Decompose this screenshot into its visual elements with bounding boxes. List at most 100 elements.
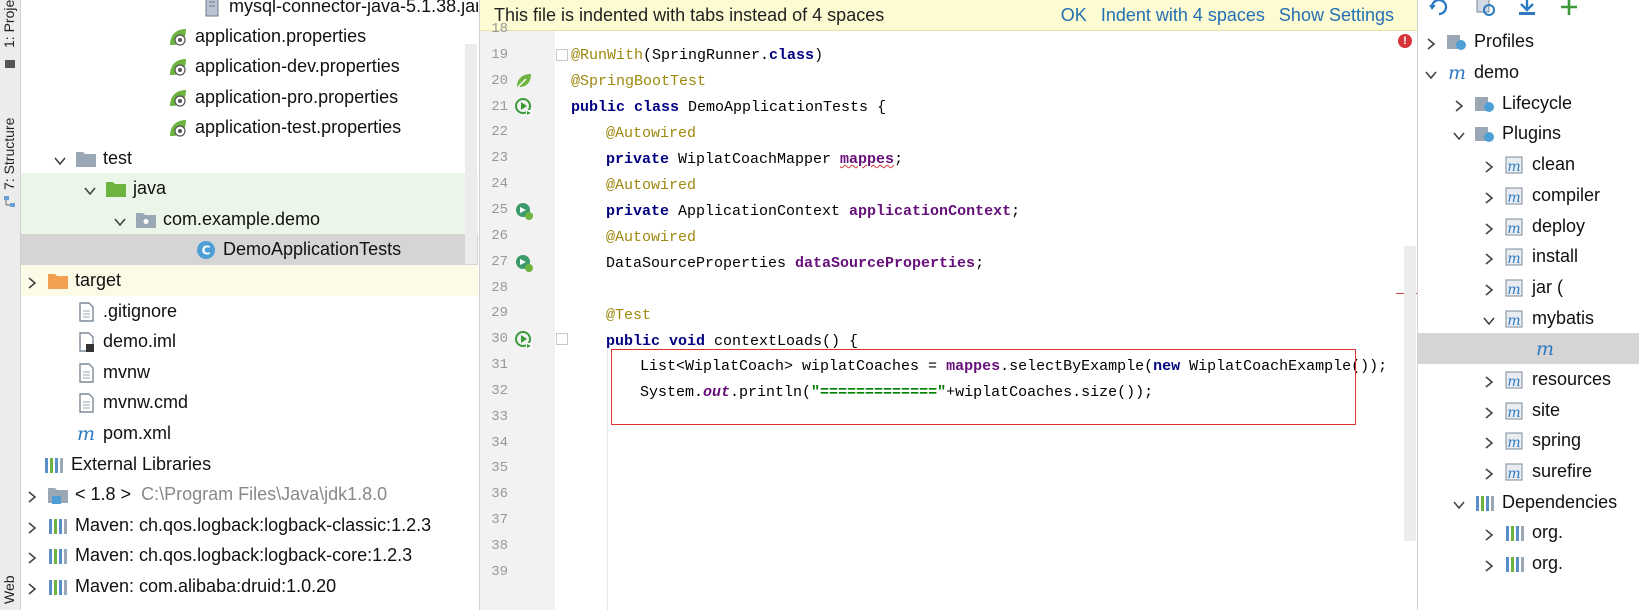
project-tree-item[interactable]: com.example.demo: [21, 204, 478, 235]
chevron-down-icon[interactable]: [113, 213, 127, 227]
chevron-right-icon[interactable]: [1482, 373, 1496, 388]
chevron-down-icon[interactable]: [53, 152, 67, 166]
project-tree-item[interactable]: .gitignore: [21, 296, 478, 327]
chevron-right-icon[interactable]: [25, 549, 39, 564]
code-line-23[interactable]: private WiplatCoachMapper mappes;: [606, 147, 903, 173]
project-tree-item[interactable]: java: [21, 173, 478, 204]
reimport-icon[interactable]: [1428, 0, 1450, 18]
maven-tree-item[interactable]: Plugins: [1418, 118, 1639, 149]
chevron-down-icon[interactable]: [1424, 66, 1438, 80]
project-tree-item[interactable]: mvnw.cmd: [21, 387, 478, 418]
project-tool-tab[interactable]: 1: Project: [1, 0, 17, 48]
autowired-bean-icon[interactable]: [514, 201, 534, 221]
project-tree-item[interactable]: mysql-connector-java-5.1.38.jar: [21, 0, 478, 22]
project-tree-item[interactable]: target: [21, 265, 478, 296]
chevron-right-icon[interactable]: [1482, 465, 1496, 480]
code-line-24[interactable]: @Autowired: [606, 173, 696, 199]
project-tree-item[interactable]: application-dev.properties: [21, 51, 478, 82]
maven-tree-item[interactable]: m spring: [1418, 425, 1639, 456]
maven-tree-item[interactable]: m deploy: [1418, 211, 1639, 242]
chevron-right-icon[interactable]: [1482, 158, 1496, 173]
project-tree-item[interactable]: application.properties: [21, 21, 478, 52]
maven-tree-item[interactable]: m demo: [1418, 57, 1639, 88]
maven-plugin-icon: m: [1504, 461, 1526, 483]
maven-tree-item[interactable]: m surefire: [1418, 456, 1639, 487]
maven-plugin-icon: m: [1504, 369, 1526, 391]
generate-sources-icon[interactable]: [1474, 0, 1496, 18]
maven-tree-item[interactable]: m jar (: [1418, 272, 1639, 303]
editor-scrollbar[interactable]: [1404, 246, 1416, 541]
code-line-29[interactable]: @Test: [606, 303, 651, 329]
fold-marker[interactable]: [556, 49, 568, 61]
maven-tree-item[interactable]: m compiler: [1418, 180, 1639, 211]
error-indicator-icon[interactable]: !: [1398, 34, 1412, 48]
web-tool-tab[interactable]: Web: [1, 575, 17, 604]
chevron-right-icon[interactable]: [1424, 35, 1438, 50]
code-line-19[interactable]: @RunWith(SpringRunner.class): [571, 43, 823, 69]
maven-tree-item[interactable]: m site: [1418, 395, 1639, 426]
chevron-down-icon[interactable]: [1452, 127, 1466, 141]
code-line-25[interactable]: private ApplicationContext applicationCo…: [606, 199, 1020, 225]
project-tree-item[interactable]: C DemoApplicationTests: [21, 234, 478, 265]
chevron-down-icon[interactable]: [1452, 496, 1466, 510]
chevron-right-icon[interactable]: [25, 274, 39, 289]
maven-tree-item[interactable]: m install: [1418, 241, 1639, 272]
project-tree-item[interactable]: External Libraries: [21, 449, 478, 480]
run-test-class-icon[interactable]: [514, 97, 534, 117]
project-tree-item[interactable]: mvnw: [21, 357, 478, 388]
maven-tree-item[interactable]: Lifecycle: [1418, 88, 1639, 119]
project-tree-item[interactable]: test: [21, 143, 478, 174]
maven-tree-item[interactable]: org.: [1418, 517, 1639, 548]
maven-item-label: org.: [1532, 522, 1564, 542]
chevron-right-icon[interactable]: [1482, 189, 1496, 204]
code-line-26[interactable]: @Autowired: [606, 225, 696, 251]
chevron-right-icon[interactable]: [1482, 404, 1496, 419]
project-tree-item[interactable]: application-test.properties: [21, 112, 478, 143]
maven-tree-item[interactable]: m: [1418, 333, 1639, 364]
chevron-right-icon[interactable]: [1452, 97, 1466, 112]
structure-tool-tab[interactable]: 7: Structure: [1, 118, 17, 190]
banner-ok-link[interactable]: OK: [1061, 5, 1087, 26]
chevron-right-icon[interactable]: [1482, 526, 1496, 541]
code-line-21[interactable]: public class DemoApplicationTests {: [571, 95, 886, 121]
project-tree-item[interactable]: application-pro.properties: [21, 82, 478, 113]
chevron-right-icon[interactable]: [25, 580, 39, 595]
maven-tree-item[interactable]: org.: [1418, 548, 1639, 579]
chevron-right-icon[interactable]: [1482, 557, 1496, 572]
chevron-right-icon[interactable]: [25, 519, 39, 534]
tree-item-label: application.properties: [195, 26, 367, 46]
maven-folder-icon: [1446, 31, 1468, 53]
project-tree-item[interactable]: Maven: ch.qos.logback:logback-classic:1.…: [21, 510, 478, 541]
code-line-20[interactable]: @SpringBootTest: [571, 69, 706, 95]
fold-marker[interactable]: [556, 333, 568, 345]
code-line-27[interactable]: DataSourceProperties dataSourcePropertie…: [606, 251, 984, 277]
maven-tree-item[interactable]: m resources: [1418, 364, 1639, 395]
chevron-right-icon[interactable]: [25, 488, 39, 503]
chevron-right-icon[interactable]: [1482, 250, 1496, 265]
banner-indent-link[interactable]: Indent with 4 spaces: [1101, 5, 1265, 26]
chevron-right-icon[interactable]: [1482, 434, 1496, 449]
project-tree-item[interactable]: Maven: ch.qos.logback:logback-core:1.2.3: [21, 540, 478, 571]
autowired-bean-icon[interactable]: [514, 253, 534, 273]
run-test-method-icon[interactable]: [514, 330, 534, 350]
add-maven-project-icon[interactable]: [1558, 0, 1580, 18]
code-line-22[interactable]: @Autowired: [606, 121, 696, 147]
maven-tree-item[interactable]: Profiles: [1418, 26, 1639, 57]
project-tree-scrollbar[interactable]: [465, 44, 477, 264]
chevron-down-icon[interactable]: [1482, 312, 1496, 326]
download-sources-icon[interactable]: [1516, 0, 1538, 18]
chevron-right-icon[interactable]: [1482, 220, 1496, 235]
maven-folder-icon: [1474, 123, 1496, 145]
chevron-down-icon[interactable]: [83, 182, 97, 196]
project-tree-item[interactable]: m pom.xml: [21, 418, 478, 449]
maven-tree-item[interactable]: m mybatis: [1418, 303, 1639, 334]
maven-tree-item[interactable]: m clean: [1418, 149, 1639, 180]
spring-bean-icon[interactable]: [514, 71, 534, 91]
project-tree-item[interactable]: < 1.8 > C:\Program Files\Java\jdk1.8.0: [21, 479, 478, 510]
project-tree-item[interactable]: demo.iml: [21, 326, 478, 357]
banner-show-settings-link[interactable]: Show Settings: [1279, 5, 1394, 26]
maven-tree-item[interactable]: Dependencies: [1418, 487, 1639, 518]
chevron-right-icon[interactable]: [1482, 281, 1496, 296]
project-tree-item[interactable]: Maven: com.alibaba:druid:1.0.20: [21, 571, 478, 602]
indent-guide: [607, 345, 608, 610]
